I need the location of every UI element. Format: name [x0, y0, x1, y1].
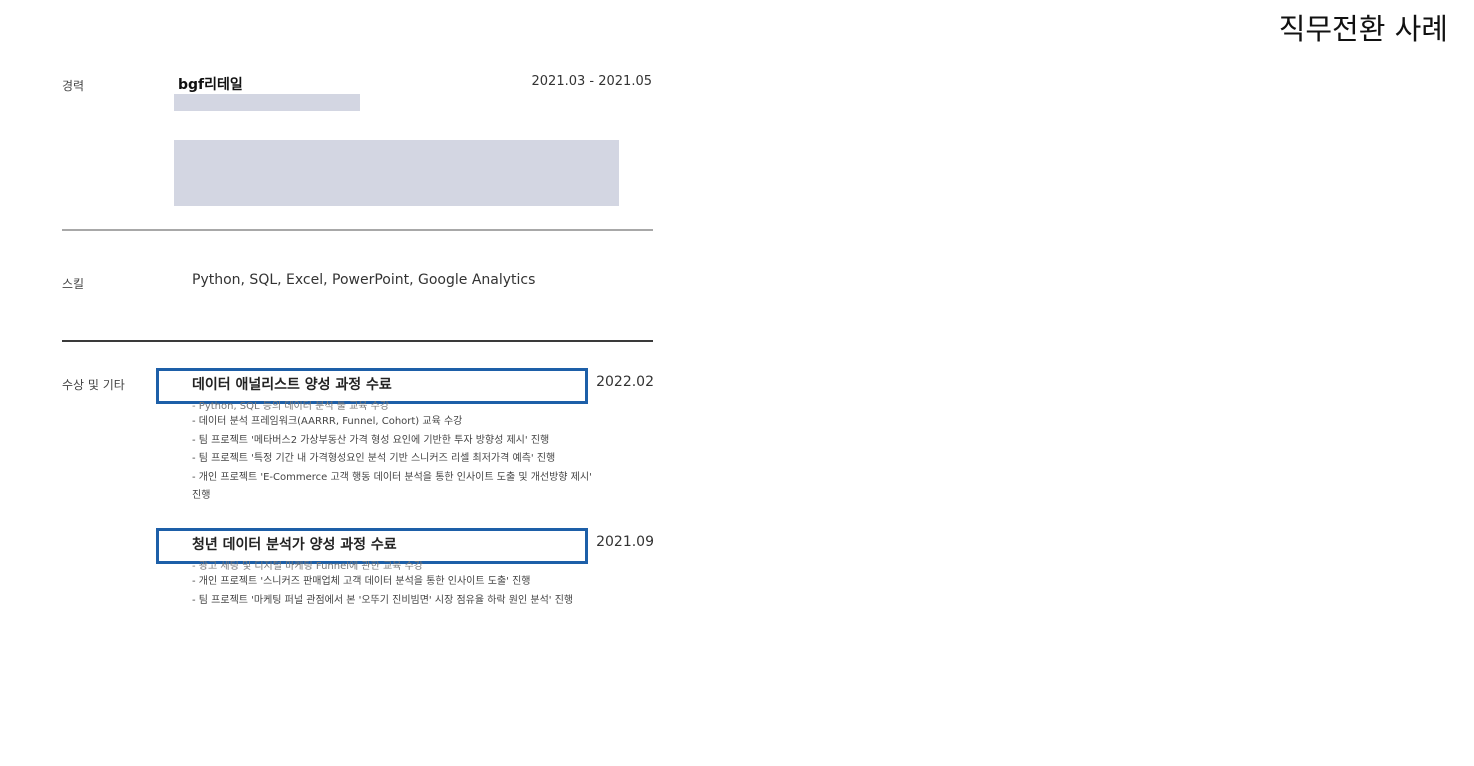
award-title: 청년 데이터 분석가 양성 과정 수료	[192, 537, 397, 553]
awards-label: 수상 및 기타	[62, 378, 125, 392]
career-period: 2021.03 - 2021.05	[531, 74, 652, 89]
award-date: 2021.09	[596, 534, 654, 550]
redacted-job-title	[174, 94, 360, 111]
bullet-item: - 팀 프로젝트 '특정 기간 내 가격형성요인 분석 기반 스니커즈 리셀 최…	[192, 453, 556, 465]
skills-label: 스킬	[62, 277, 85, 291]
award-bullets: - 광고 세팅 및 디지털 마케팅 Funnel에 관한 교육 수강 - 개인 …	[192, 561, 662, 610]
bullet-item: - 개인 프로젝트 '스니커즈 판매업체 고객 데이터 분석을 통한 인사이트 …	[192, 576, 531, 587]
company-name: bgf리테일	[178, 77, 243, 93]
award-bullets: - Python, SQL 등의 데이터 분석 툴 교육 수강 - 데이터 분석…	[192, 401, 662, 506]
redacted-job-description	[174, 140, 619, 206]
page-heading: 직무전환 사례	[1278, 12, 1448, 46]
divider-skills	[62, 340, 653, 342]
bullet-item: 진행	[192, 490, 211, 502]
skills-list: Python, SQL, Excel, PowerPoint, Google A…	[192, 272, 536, 288]
bullet-item: - 팀 프로젝트 '마케팅 퍼널 관점에서 본 '오뚜기 진비빔면' 시장 점유…	[192, 594, 574, 606]
award-title: 데이터 애널리스트 양성 과정 수료	[192, 377, 392, 393]
divider-career	[62, 229, 653, 231]
bullet-item: - 데이터 분석 프레임워크(AARRR, Funnel, Cohort) 교육…	[192, 416, 463, 427]
award-date: 2022.02	[596, 374, 654, 390]
bullet-item: - 개인 프로젝트 'E-Commerce 고객 행동 데이터 분석을 통한 인…	[192, 471, 592, 483]
bullet-item: - Python, SQL 등의 데이터 분석 툴 교육 수강	[192, 401, 390, 412]
bullet-item: - 광고 세팅 및 디지털 마케팅 Funnel에 관한 교육 수강	[192, 561, 423, 572]
bullet-item: - 팀 프로젝트 '메타버스2 가상부동산 가격 형성 요인에 기반한 투자 방…	[192, 434, 550, 446]
career-label: 경력	[62, 79, 85, 93]
